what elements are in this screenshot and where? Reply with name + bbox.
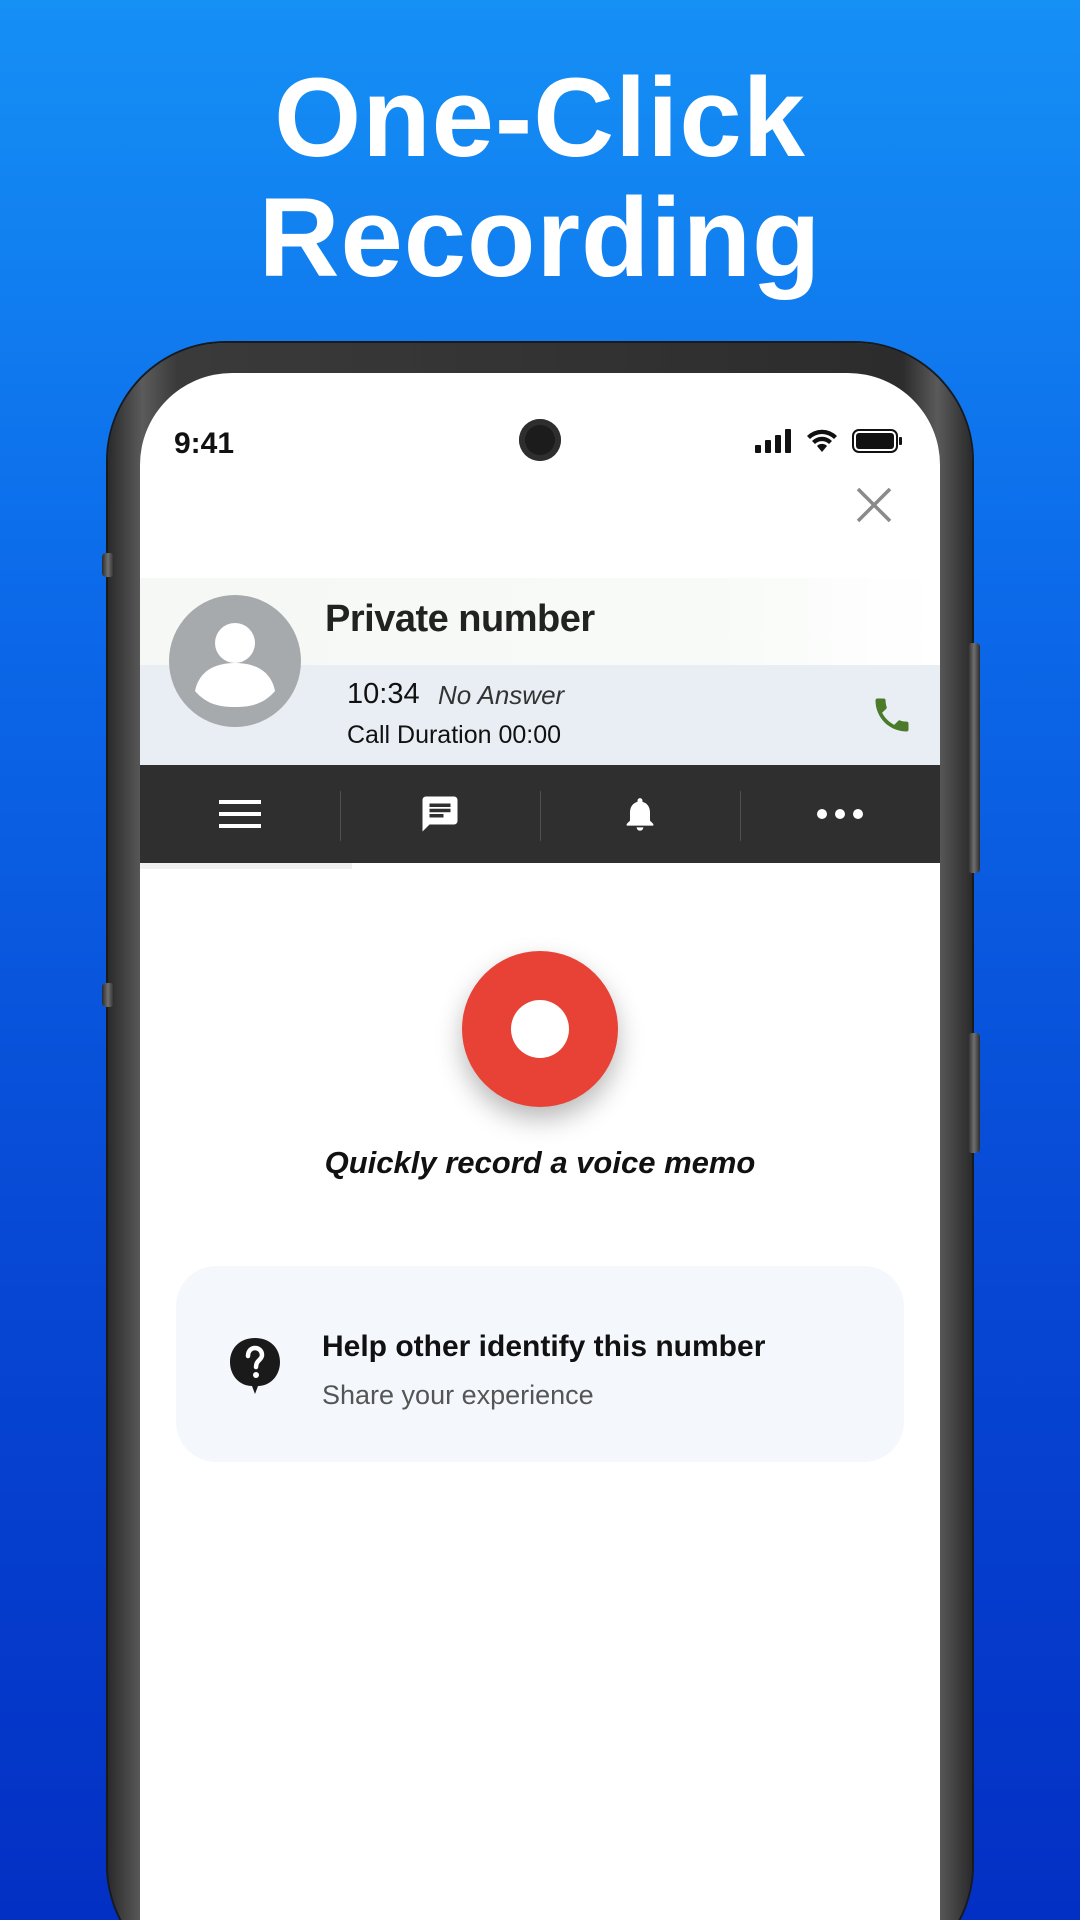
record-icon [511, 1000, 569, 1058]
signal-icon [755, 429, 791, 453]
more-icon [817, 809, 863, 819]
call-time: 10:34 [347, 678, 420, 710]
message-icon [422, 796, 458, 832]
call-duration: Call Duration 00:00 [347, 721, 562, 749]
record-button[interactable] [462, 951, 618, 1107]
tab-more[interactable] [740, 765, 940, 863]
person-icon [195, 623, 275, 707]
menu-icon [219, 800, 261, 828]
phone-side-button [102, 983, 114, 1007]
help-title: Help other identify this number [322, 1330, 766, 1363]
phone-power-button [968, 1033, 980, 1153]
bell-icon [626, 798, 654, 831]
battery-icon [852, 429, 902, 453]
help-identify-card[interactable]: Help other identify this number Share yo… [176, 1266, 904, 1462]
question-bubble-icon [230, 1338, 280, 1394]
status-time: 9:41 [174, 427, 235, 460]
tab-messages[interactable] [340, 765, 540, 863]
action-toolbar [140, 765, 940, 863]
wifi-icon [807, 429, 837, 452]
avatar [169, 595, 301, 727]
help-subtitle: Share your experience [322, 1380, 594, 1410]
front-camera [519, 419, 561, 461]
headline: One-Click Recording [0, 58, 1080, 298]
phone-volume-button [968, 643, 980, 873]
headline-line-2: Recording [258, 175, 822, 300]
record-caption: Quickly record a voice memo [324, 1145, 756, 1180]
phone-icon [875, 698, 909, 732]
promo-poster: One-Click Recording 9:41 Private number … [0, 0, 1080, 1920]
caller-name: Private number [325, 598, 595, 640]
call-back-button[interactable] [870, 693, 914, 737]
close-icon [856, 487, 892, 523]
tab-reminders[interactable] [540, 765, 740, 863]
selected-tab-indicator [140, 863, 352, 869]
call-status: No Answer [438, 680, 565, 710]
phone-frame: 9:41 Private number 10:34 No Answer Call… [102, 343, 980, 1920]
phone-screen: 9:41 Private number 10:34 No Answer Call… [140, 373, 940, 1920]
close-button[interactable] [852, 483, 896, 527]
tab-menu[interactable] [140, 765, 340, 863]
headline-line-1: One-Click [274, 55, 806, 180]
status-icons [754, 429, 904, 453]
phone-side-button [102, 553, 114, 577]
